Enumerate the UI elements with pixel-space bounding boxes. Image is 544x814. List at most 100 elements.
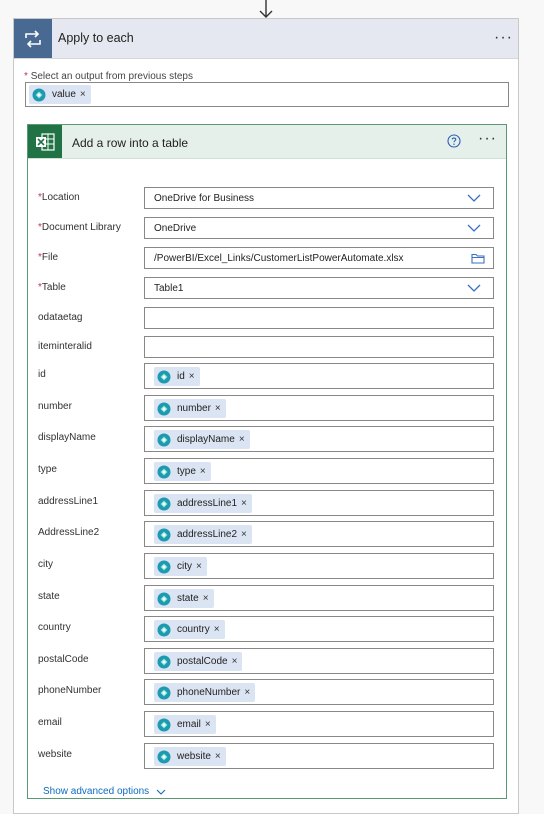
select-output-label: * Select an output from previous steps	[24, 71, 193, 82]
dataverse-icon	[157, 465, 171, 478]
token-label: displayName	[177, 434, 235, 445]
dataverse-icon	[157, 402, 171, 415]
iteminteralid-label: iteminteralid	[38, 341, 92, 352]
iteminteralid-input[interactable]	[144, 336, 494, 358]
token-remove-button[interactable]: ×	[214, 624, 220, 635]
token-remove-button[interactable]: ×	[203, 593, 209, 604]
dataverse-icon	[157, 623, 171, 636]
folder-icon[interactable]	[471, 253, 485, 264]
dataverse-icon	[157, 560, 171, 573]
country-token[interactable]: country ×	[154, 620, 225, 639]
city-token[interactable]: city ×	[154, 557, 207, 576]
number-input[interactable]: number ×	[144, 395, 494, 421]
token-remove-button[interactable]: ×	[215, 751, 221, 762]
loop-icon	[14, 19, 52, 58]
token-label: city	[177, 561, 192, 572]
id-token[interactable]: id ×	[154, 367, 200, 386]
state-input[interactable]: state ×	[144, 585, 494, 611]
email-token[interactable]: email ×	[154, 715, 216, 734]
apply-to-each-title: Apply to each	[58, 31, 134, 45]
displayname-label: displayName	[38, 432, 96, 443]
show-advanced-options-link[interactable]: Show advanced options	[43, 786, 166, 797]
select-output-input[interactable]: value ×	[25, 82, 509, 107]
dataverse-icon	[157, 497, 171, 510]
token-label: value	[52, 89, 76, 100]
table-label: *Table	[38, 282, 66, 293]
location-dropdown[interactable]: OneDrive for Business	[144, 187, 494, 209]
token-remove-button[interactable]: ×	[239, 434, 245, 445]
add-row-header[interactable]: Add a row into a table ···	[28, 125, 506, 159]
state-token[interactable]: state ×	[154, 589, 214, 608]
add-row-more-button[interactable]: ···	[478, 131, 497, 147]
token-label: phoneNumber	[177, 687, 241, 698]
file-input[interactable]: /PowerBI/Excel_Links/CustomerListPowerAu…	[144, 247, 494, 269]
location-value: OneDrive for Business	[154, 193, 255, 204]
document-library-dropdown[interactable]: OneDrive	[144, 217, 494, 239]
displayname-input[interactable]: displayName ×	[144, 426, 494, 452]
table-value: Table1	[154, 283, 184, 294]
document-library-value: OneDrive	[154, 223, 197, 234]
token-remove-button[interactable]: ×	[244, 687, 250, 698]
document-library-label-text: Document Library	[41, 222, 121, 233]
token-remove-button[interactable]: ×	[232, 656, 238, 667]
token-label: state	[177, 593, 199, 604]
token-remove-button[interactable]: ×	[241, 529, 247, 540]
table-dropdown[interactable]: Table1	[144, 277, 494, 299]
country-input[interactable]: country ×	[144, 616, 494, 642]
token-remove-button[interactable]: ×	[200, 466, 206, 477]
phonenumber-input[interactable]: phoneNumber ×	[144, 679, 494, 705]
required-mark: *	[24, 71, 28, 82]
addressline1-token[interactable]: addressLine1 ×	[154, 494, 252, 513]
odataetag-input[interactable]	[144, 307, 494, 329]
file-value: /PowerBI/Excel_Links/CustomerListPowerAu…	[154, 253, 404, 264]
type-input[interactable]: type ×	[144, 458, 494, 484]
token-remove-button[interactable]: ×	[80, 89, 86, 100]
location-label: *Location	[38, 192, 80, 203]
displayname-token[interactable]: displayName ×	[154, 430, 250, 449]
city-input[interactable]: city ×	[144, 553, 494, 579]
postalcode-token[interactable]: postalCode ×	[154, 652, 243, 671]
token-remove-button[interactable]: ×	[215, 403, 221, 414]
token-remove-button[interactable]: ×	[205, 719, 211, 730]
dataverse-icon	[157, 686, 171, 699]
addressline2-input[interactable]: addressLine2 ×	[144, 521, 494, 547]
dataverse-icon	[157, 655, 171, 668]
location-label-text: Location	[41, 192, 80, 203]
apply-to-each-header[interactable]: Apply to each ···	[14, 19, 518, 59]
token-label: addressLine1	[177, 498, 238, 509]
add-row-title: Add a row into a table	[72, 136, 189, 150]
chevron-down-icon	[156, 789, 166, 795]
help-icon[interactable]	[447, 134, 461, 148]
arrow-down-icon	[259, 0, 273, 18]
addressline2-token[interactable]: addressLine2 ×	[154, 525, 252, 544]
type-token[interactable]: type ×	[154, 462, 211, 481]
id-input[interactable]: id ×	[144, 363, 494, 389]
email-input[interactable]: email ×	[144, 711, 494, 737]
chevron-down-icon	[467, 224, 481, 232]
website-token[interactable]: website ×	[154, 747, 226, 766]
number-label: number	[38, 401, 72, 412]
dataverse-icon	[157, 718, 171, 731]
excel-icon	[28, 125, 62, 158]
token-label: postalCode	[177, 656, 228, 667]
postalcode-label: postalCode	[38, 654, 89, 665]
token-label: type	[177, 466, 196, 477]
country-label: country	[38, 622, 71, 633]
website-input[interactable]: website ×	[144, 743, 494, 769]
token-remove-button[interactable]: ×	[196, 561, 202, 572]
dataverse-icon	[157, 433, 171, 446]
token-remove-button[interactable]: ×	[189, 371, 195, 382]
postalcode-input[interactable]: postalCode ×	[144, 648, 494, 674]
addressline1-input[interactable]: addressLine1 ×	[144, 490, 494, 516]
phonenumber-token[interactable]: phoneNumber ×	[154, 683, 256, 702]
dataverse-icon	[157, 370, 171, 383]
apply-more-button[interactable]: ···	[494, 30, 513, 46]
phonenumber-label: phoneNumber	[38, 685, 102, 696]
value-token[interactable]: value ×	[29, 85, 91, 104]
city-label: city	[38, 559, 53, 570]
token-remove-button[interactable]: ×	[241, 498, 247, 509]
number-token[interactable]: number ×	[154, 399, 226, 418]
token-label: email	[177, 719, 201, 730]
select-output-text: Select an output from previous steps	[30, 71, 193, 82]
dataverse-icon	[157, 592, 171, 605]
